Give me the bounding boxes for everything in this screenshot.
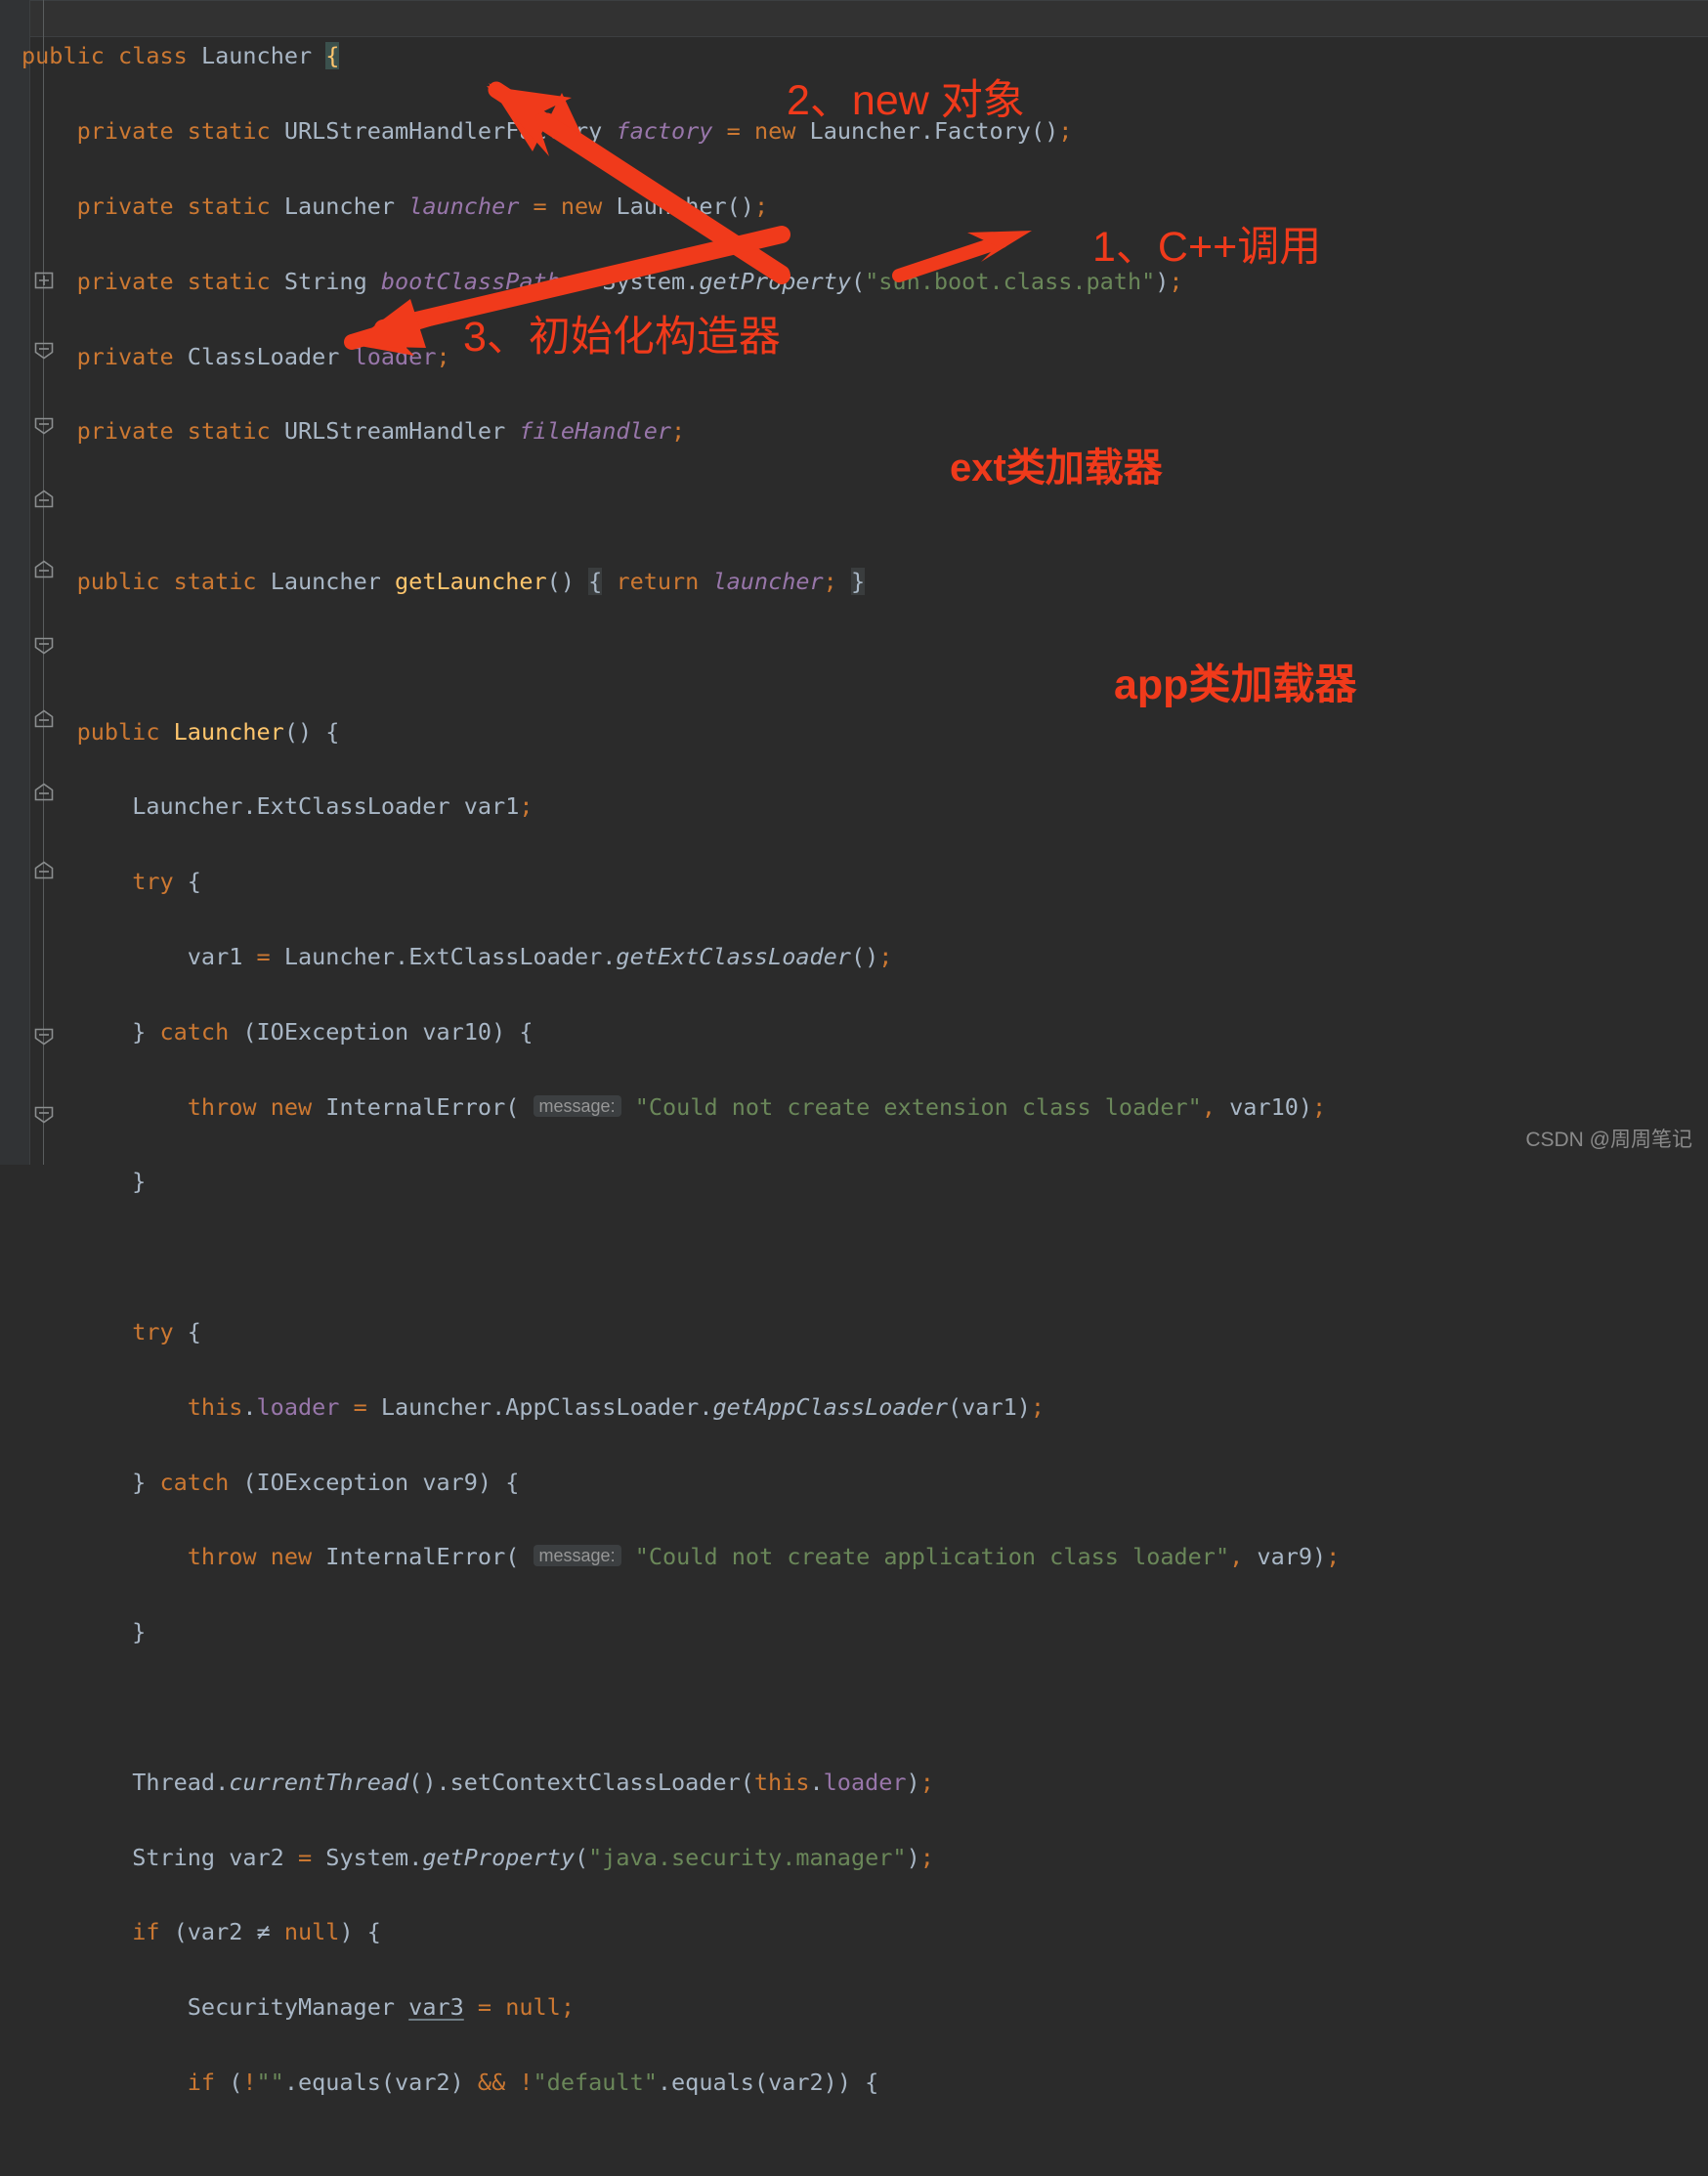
code-line: Thread.currentThread().setContextClassLo… [132,1768,934,1796]
code-line: this.loader = Launcher.AppClassLoader.ge… [187,1392,1046,1421]
code-line: throw new InternalError( message: "Could… [187,1092,1327,1121]
parameter-hint: message: [533,1094,621,1117]
code-line: } [21,1618,147,1646]
code-line: public class Launcher { [21,42,340,70]
csdn-watermark: CSDN @周周笔记 [1525,1129,1692,1151]
code-line: private static Launcher launcher = new L… [76,192,769,220]
code-line: private static URLStreamHandler fileHand… [76,417,686,446]
code-line: if (!"".equals(var2) && !"default".equal… [187,2068,879,2096]
code-line: Launcher.ExtClassLoader var1; [132,792,534,821]
code-line: } [21,1168,147,1196]
code-line: public Launcher() { [76,717,340,746]
source-code-area[interactable]: public class Launcher { private static U… [21,0,1708,2176]
code-line: throw new InternalError( message: "Could… [187,1543,1341,1571]
code-line: try { [132,1317,201,1345]
code-line: private ClassLoader loader; [76,342,450,370]
parameter-hint: message: [533,1545,621,1567]
code-line: private static String bootClassPath = Sy… [76,267,1183,295]
code-line: } catch (IOException var9) { [21,1468,520,1496]
code-line: SecurityManager var3 = null; [187,1993,575,2022]
code-line: String var2 = System.getProperty("java.s… [132,1843,934,1871]
code-line: var1 = Launcher.ExtClassLoader.getExtCla… [187,942,893,970]
code-line: private static URLStreamHandlerFactory f… [76,117,1073,146]
code-line: if (var2 ≠ null) { [132,1918,381,1946]
code-editor[interactable]: public class Launcher { private static U… [0,0,1708,2096]
code-line: } catch (IOException var10) { [21,1017,534,1045]
code-line: try { [132,868,201,896]
code-line: public static Launcher getLauncher() { r… [76,567,866,595]
